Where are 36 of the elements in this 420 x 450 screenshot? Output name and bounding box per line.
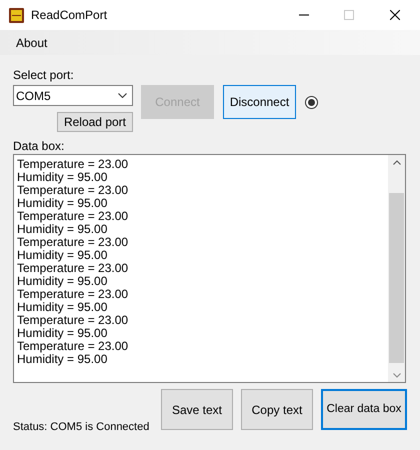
- data-line: Humidity = 95.00: [17, 197, 108, 210]
- port-dropdown[interactable]: COM5: [13, 85, 133, 106]
- app-icon: [9, 8, 24, 22]
- data-line: Temperature = 23.00: [17, 314, 130, 327]
- data-line: Humidity = 95.00: [17, 171, 108, 184]
- data-line: Humidity = 95.00: [17, 249, 108, 262]
- data-line: Temperature = 23.00: [17, 288, 130, 301]
- menu-item[interactable]: About: [9, 34, 54, 52]
- chevron-down-icon[interactable]: [392, 373, 400, 378]
- button[interactable]: Disconnect: [223, 85, 296, 119]
- field-label: Data box:: [13, 139, 66, 153]
- data-line: Temperature = 23.00: [17, 158, 130, 171]
- data-line: Temperature = 23.00: [17, 184, 130, 197]
- data-line: Humidity = 95.00: [17, 327, 108, 340]
- data-line: Temperature = 23.00: [17, 210, 130, 223]
- data-line: Temperature = 23.00: [17, 236, 130, 249]
- data-line: Temperature = 23.00: [17, 262, 130, 275]
- button[interactable]: Save text: [161, 389, 233, 430]
- dropdown-value: COM5: [16, 88, 51, 104]
- scrollbar-thumb[interactable]: [389, 193, 404, 363]
- close-icon[interactable]: [390, 10, 400, 20]
- data-line: Temperature = 23.00: [17, 340, 130, 353]
- data-textbox[interactable]: [13, 154, 406, 383]
- window-title: ReadComPort: [31, 7, 108, 24]
- data-line: Humidity = 95.00: [17, 275, 108, 288]
- button[interactable]: Clear data box: [321, 389, 407, 430]
- scrollbar[interactable]: [388, 155, 405, 382]
- chevron-down-icon: [118, 93, 127, 98]
- data-line: Humidity = 95.00: [17, 353, 108, 366]
- button[interactable]: Copy text: [241, 389, 313, 430]
- chevron-up-icon[interactable]: [392, 160, 400, 165]
- field-label: Select port:: [13, 68, 75, 83]
- data-line: Humidity = 95.00: [17, 223, 108, 236]
- status-text: Status: COM5 is Connected: [13, 420, 150, 435]
- button[interactable]: Reload port: [56, 112, 133, 132]
- data-line: Humidity = 95.00: [17, 301, 108, 314]
